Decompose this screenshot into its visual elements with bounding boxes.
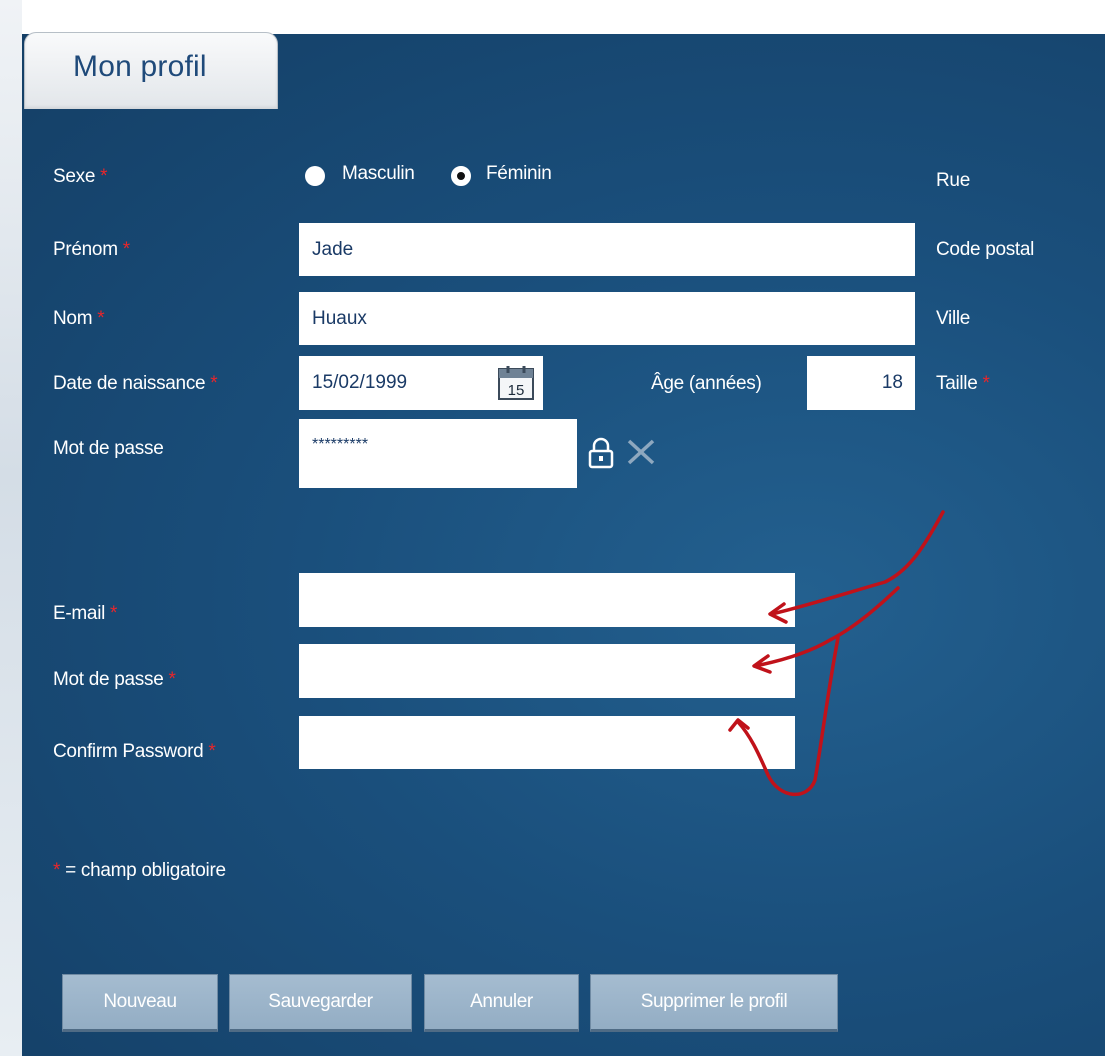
close-icon[interactable] bbox=[625, 438, 657, 466]
confirm-password-label: Confirm Password * bbox=[53, 741, 216, 762]
window-left-edge bbox=[0, 0, 22, 1056]
email-field[interactable] bbox=[299, 573, 795, 627]
age-field[interactable] bbox=[807, 356, 915, 410]
required-marker: * bbox=[110, 603, 118, 624]
calendar-icon[interactable]: 15 bbox=[497, 365, 535, 401]
rue-label: Rue bbox=[936, 170, 970, 191]
required-marker: * bbox=[97, 308, 105, 329]
prenom-field[interactable] bbox=[299, 223, 915, 276]
required-marker: * bbox=[100, 166, 108, 187]
required-marker: * bbox=[208, 741, 216, 762]
supprimer-profil-button[interactable]: Supprimer le profil bbox=[590, 974, 838, 1032]
code-postal-label: Code postal bbox=[936, 239, 1035, 260]
required-legend: * = champ obligatoire bbox=[53, 860, 226, 881]
mot-de-passe-label: Mot de passe * bbox=[53, 669, 176, 690]
radio-checked-icon[interactable] bbox=[451, 166, 471, 186]
tab-mon-profil[interactable]: Mon profil bbox=[24, 32, 278, 109]
sexe-label: Sexe * bbox=[53, 166, 108, 187]
ville-label: Ville bbox=[936, 308, 971, 329]
required-marker: * bbox=[210, 373, 218, 394]
nouveau-button[interactable]: Nouveau bbox=[62, 974, 218, 1032]
confirm-password-field[interactable] bbox=[299, 716, 795, 769]
required-marker: * bbox=[168, 669, 176, 690]
nom-field[interactable] bbox=[299, 292, 915, 345]
date-naissance-label: Date de naissance * bbox=[53, 373, 218, 394]
lock-icon[interactable] bbox=[586, 437, 616, 469]
nom-label: Nom * bbox=[53, 308, 105, 329]
required-marker: * bbox=[122, 239, 130, 260]
radio-label-feminin[interactable]: Féminin bbox=[486, 162, 552, 186]
radio-unchecked-icon[interactable] bbox=[305, 166, 325, 186]
password-current-field[interactable] bbox=[299, 419, 577, 488]
tab-title: Mon profil bbox=[73, 50, 207, 83]
mot-de-passe-current-label: Mot de passe bbox=[53, 438, 164, 459]
new-password-field[interactable] bbox=[299, 644, 795, 698]
email-label: E-mail * bbox=[53, 603, 118, 624]
age-label: Âge (années) bbox=[651, 373, 762, 394]
taille-label: Taille * bbox=[936, 373, 990, 394]
prenom-label: Prénom * bbox=[53, 239, 130, 260]
sauvegarder-button[interactable]: Sauvegarder bbox=[229, 974, 412, 1032]
calendar-day: 15 bbox=[508, 382, 525, 399]
annuler-button[interactable]: Annuler bbox=[424, 974, 579, 1032]
radio-label-masculin[interactable]: Masculin bbox=[342, 162, 415, 186]
window-top-edge bbox=[22, 0, 1105, 34]
required-marker: * bbox=[982, 373, 990, 394]
